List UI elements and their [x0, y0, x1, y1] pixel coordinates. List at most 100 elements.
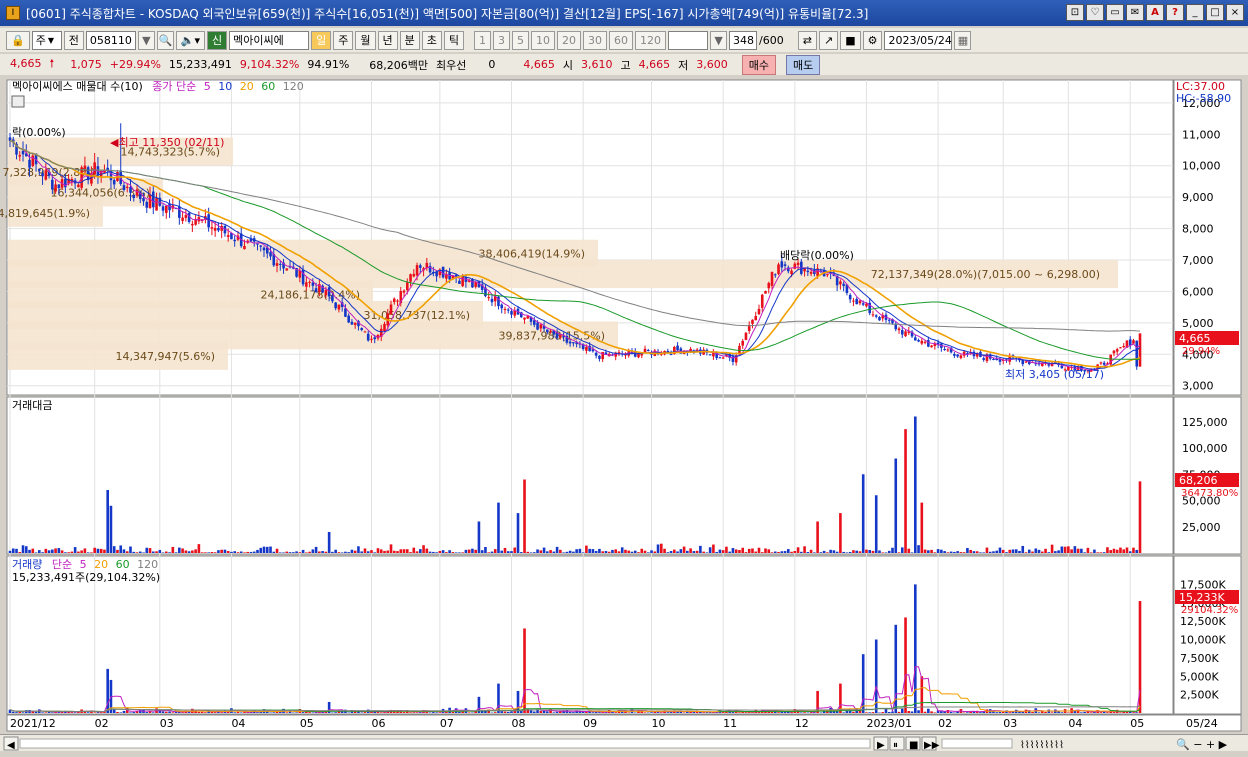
volume-bar	[165, 711, 168, 713]
company-name-field[interactable]: 멕아이씨에	[229, 30, 310, 50]
amount-bar	[99, 548, 103, 553]
amount-panel[interactable]	[6, 396, 1174, 555]
interval-button[interactable]: 120	[635, 30, 667, 50]
x-axis-label: 02	[95, 717, 109, 730]
candle-body	[353, 322, 357, 325]
candle-body	[510, 311, 513, 315]
tab-period-week[interactable]: 주	[333, 30, 354, 50]
drawing-tools-icon[interactable]: ⌇⌇⌇⌇⌇⌇⌇⌇⌇	[1020, 740, 1064, 751]
speaker-icon[interactable]: 🔈▾	[175, 30, 206, 50]
amount-bar	[979, 552, 982, 553]
high-price: 4,665	[638, 58, 671, 71]
amount-bar	[1083, 552, 1086, 553]
amount-bar	[585, 545, 588, 553]
interval-button[interactable]: 10	[531, 30, 556, 50]
amount-bar	[633, 550, 637, 553]
interval-button[interactable]: 60	[609, 30, 634, 50]
candle-body	[151, 191, 155, 208]
grid-toggle-icon[interactable]	[11, 95, 25, 108]
amount-bar	[497, 502, 500, 553]
candle-body	[585, 346, 588, 351]
calendar-icon[interactable]: ▦	[954, 30, 972, 50]
custom-interval-input[interactable]	[668, 30, 709, 50]
maximize-button[interactable]: □	[1206, 4, 1224, 21]
volume-bar	[995, 712, 999, 713]
amount-bar	[109, 505, 113, 553]
tab-period-second[interactable]: 초	[421, 30, 442, 50]
candle-body	[546, 329, 549, 333]
tab-period-year[interactable]: 년	[377, 30, 398, 50]
amount-bar	[555, 546, 559, 553]
volume-bar	[233, 712, 236, 713]
count-input[interactable]: 348	[729, 30, 758, 50]
candle-body	[500, 304, 504, 309]
amount-bar	[373, 552, 377, 553]
tab-period-day[interactable]: 일	[311, 30, 332, 50]
sell-button[interactable]: 매도	[786, 54, 821, 75]
interval-button[interactable]: 30	[583, 30, 608, 50]
help-icon[interactable]: ?	[1166, 4, 1184, 21]
favorite-icon[interactable]: ♡	[1086, 4, 1104, 21]
amount-bar	[848, 552, 852, 553]
mail-icon[interactable]: ✉	[1126, 4, 1144, 21]
amount-bar	[1041, 551, 1044, 553]
font-icon[interactable]: A	[1146, 4, 1164, 21]
minimize-button[interactable]: _	[1186, 4, 1204, 21]
amount-bar	[425, 548, 429, 553]
volume-bar	[1044, 711, 1047, 713]
price-y-tick: 5,000	[1182, 317, 1214, 330]
amount-bar	[887, 550, 891, 553]
buy-button[interactable]: 매수	[741, 54, 777, 75]
save-icon[interactable]: ■	[840, 30, 861, 50]
volume-panel[interactable]	[6, 555, 1174, 715]
chart-tool-icon[interactable]: ⇄	[797, 30, 817, 50]
search-icon[interactable]: 🔍	[156, 30, 174, 50]
volume-bar	[887, 712, 891, 713]
stock-chart[interactable]: 14,743,323(5.7%)7,328,969(2.8%)16,344,05…	[0, 76, 1248, 734]
x-axis-label: 02	[938, 717, 952, 730]
close-button[interactable]: ×	[1226, 4, 1244, 21]
tab-period-month[interactable]: 월	[355, 30, 376, 50]
compare-icon[interactable]: ↗	[818, 30, 839, 50]
candle-body	[93, 162, 96, 175]
candle-body	[959, 355, 963, 359]
new-badge[interactable]: 신	[207, 30, 228, 50]
link-icon[interactable]: ⊡	[1066, 4, 1084, 21]
speed-slider[interactable]	[941, 738, 1013, 749]
vol-ma60-label: 60	[116, 558, 130, 571]
volume-bar	[145, 712, 149, 713]
market-select[interactable]: 주 ▼	[31, 30, 62, 50]
window-icon[interactable]: ▭	[1106, 4, 1124, 21]
dropdown-icon[interactable]: ▼	[137, 30, 155, 50]
dropdown-icon[interactable]: ▼	[710, 30, 728, 50]
code-input[interactable]: 058110	[85, 30, 136, 50]
amount-bar	[852, 550, 855, 553]
candle-body	[523, 317, 526, 320]
prev-button[interactable]: 전	[63, 30, 84, 50]
scroll-bar[interactable]: ◀ ▶ ⏸ ■ ▶▶ ⌇⌇⌇⌇⌇⌇⌇⌇⌇ 🔍 − + ▶	[0, 734, 1248, 751]
candle-body	[360, 328, 364, 330]
amount-bar	[516, 513, 520, 553]
interval-button[interactable]: 1	[474, 30, 492, 50]
amount-bar	[383, 550, 386, 553]
scroll-track[interactable]	[19, 738, 871, 749]
tab-period-tick[interactable]: 틱	[443, 30, 465, 50]
volume-bar	[1037, 712, 1041, 713]
volume-y-tick: 10,000K	[1180, 634, 1226, 647]
volume-bar	[432, 712, 435, 713]
interval-button[interactable]: 5	[512, 30, 530, 50]
lock-icon[interactable]: 🔒	[6, 30, 30, 50]
interval-button[interactable]: 3	[493, 30, 511, 50]
tab-period-minute[interactable]: 분	[399, 30, 420, 50]
interval-button[interactable]: 20	[557, 30, 582, 50]
amount-bar	[998, 547, 1002, 553]
amount-bar	[360, 551, 364, 553]
zoom-icon[interactable]: 🔍 − + ▶	[1176, 737, 1228, 751]
date-input[interactable]: 2023/05/24	[884, 30, 953, 50]
amount-bar	[477, 521, 481, 553]
trade-amount: 68,206백만	[369, 58, 429, 72]
candle-body	[324, 290, 328, 296]
settings-gear-icon[interactable]: ⚙	[862, 30, 883, 50]
amount-bar	[881, 552, 885, 553]
candle-body	[132, 194, 136, 199]
